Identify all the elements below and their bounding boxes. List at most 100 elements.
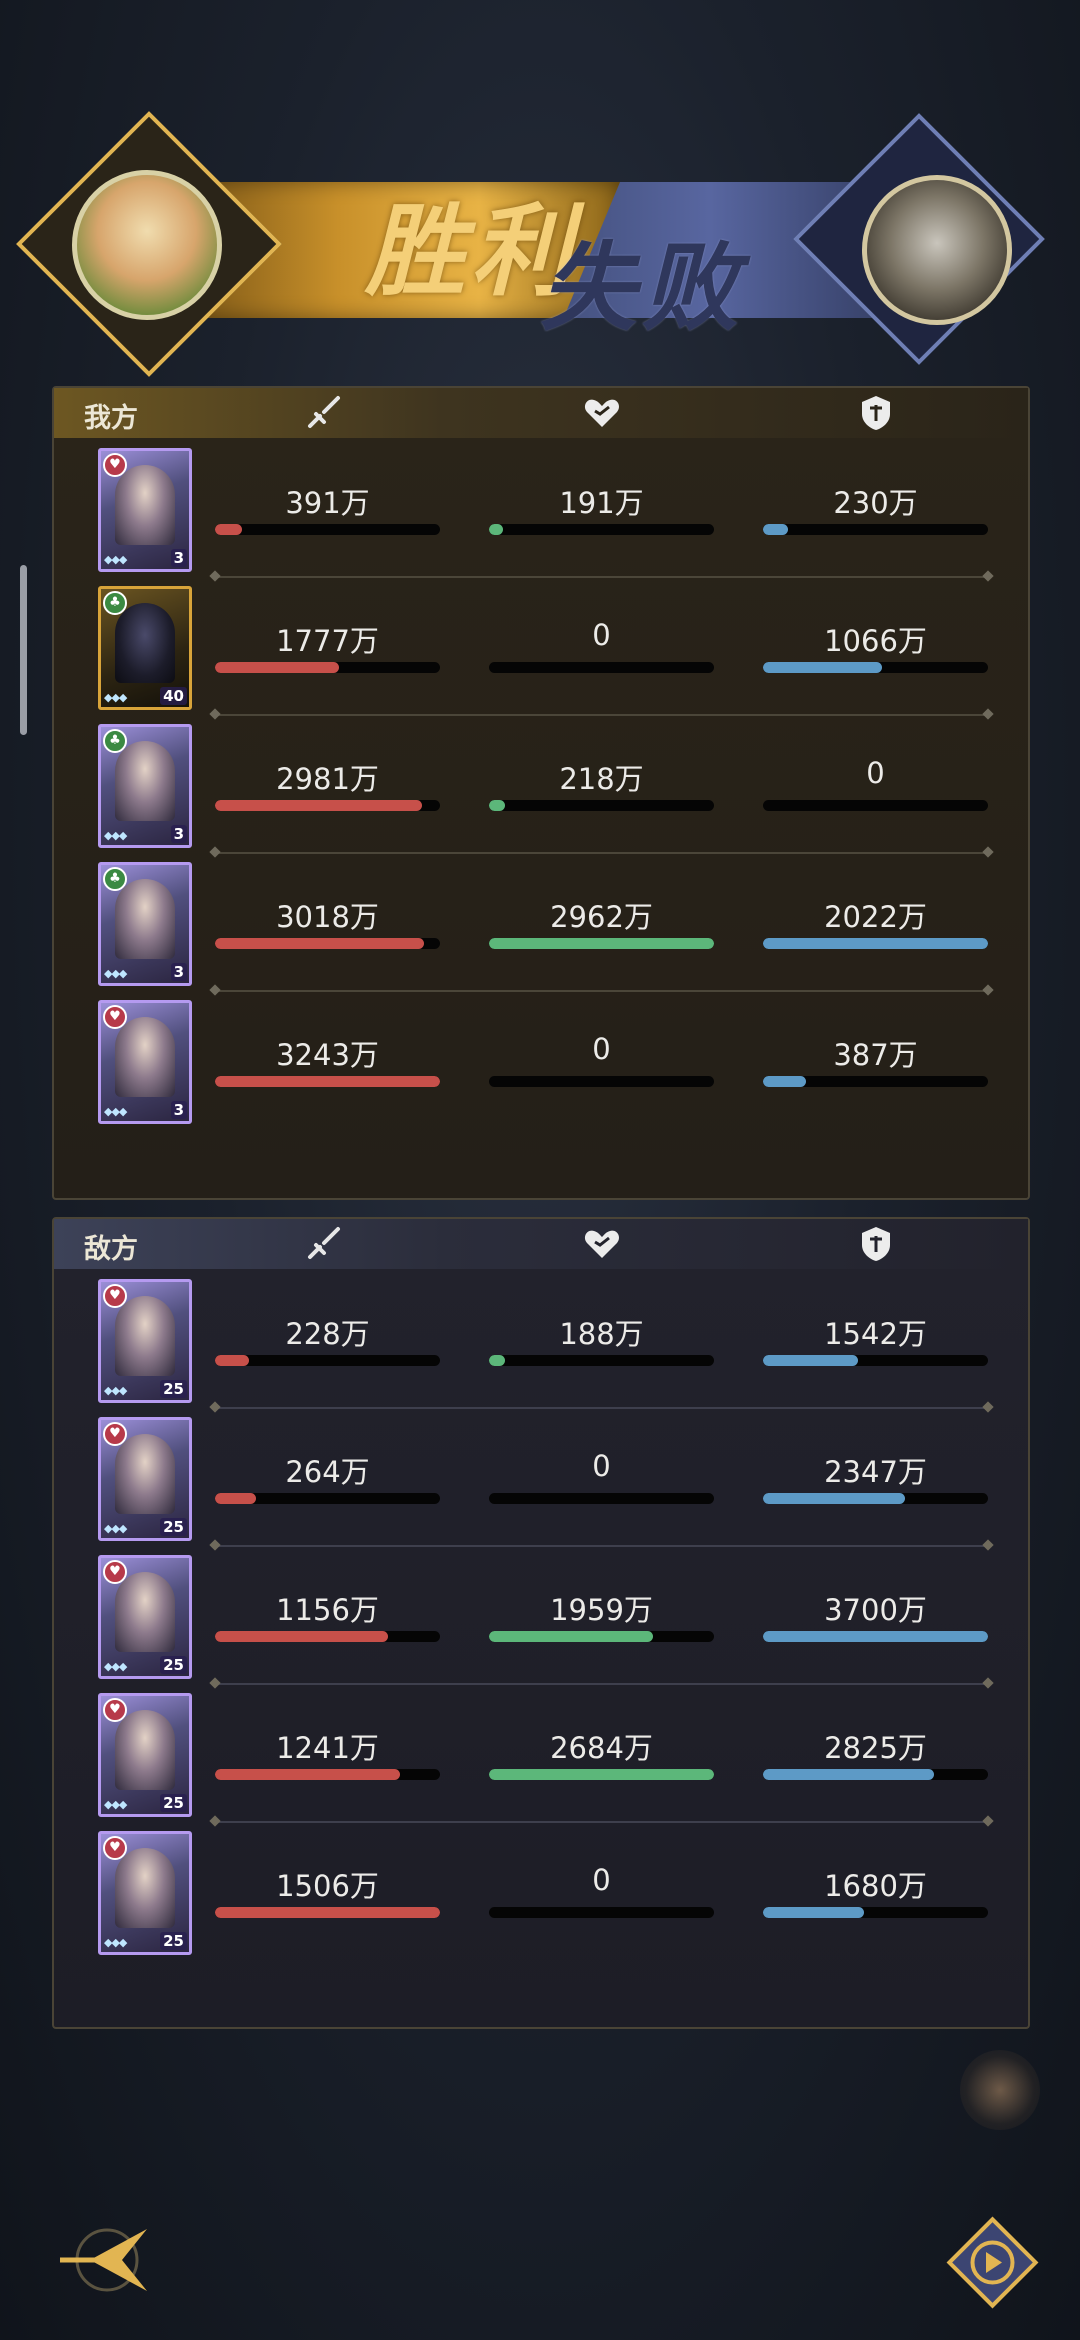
unit-level: 25 — [160, 1794, 187, 1812]
heal-bar — [489, 1493, 714, 1504]
defense-bar-fill — [763, 1769, 934, 1780]
unit-portrait — [115, 465, 175, 545]
defense-bar-fill — [763, 1493, 905, 1504]
ally-leader-avatar[interactable] — [72, 170, 222, 320]
defense-bar — [763, 1769, 988, 1780]
attack-bar-fill — [215, 1493, 256, 1504]
star-icons: ◆◆◆ — [104, 1936, 127, 1949]
heal-value: 0 — [592, 1449, 611, 1483]
unit-row: ♥ ◆◆◆ 3 391万 191万 230万 — [54, 440, 1028, 578]
ally-panel: 我方 ♥ ◆◆◆ 3 391万 191万 230万 ♣ ◆◆◆ 40 1777万 0 1066万 ♣ ◆◆… — [52, 386, 1030, 1200]
heal-value: 0 — [592, 1032, 611, 1066]
unit-row: ♥ ◆◆◆ 25 1241万 2684万 2825万 — [54, 1685, 1028, 1823]
defense-bar — [763, 800, 988, 811]
defense-bar — [763, 1355, 988, 1366]
attack-bar — [215, 800, 440, 811]
attack-value: 264万 — [285, 1455, 370, 1489]
attack-bar — [215, 1493, 440, 1504]
unit-card[interactable]: ♣ ◆◆◆ 3 — [98, 862, 192, 986]
defense-bar — [763, 1493, 988, 1504]
unit-level: 40 — [160, 687, 187, 705]
unit-card[interactable]: ♥ ◆◆◆ 25 — [98, 1831, 192, 1955]
replay-button[interactable] — [940, 2210, 1045, 2315]
heal-bar-fill — [489, 1631, 654, 1642]
unit-row: ♣ ◆◆◆ 3 2981万 218万 0 — [54, 716, 1028, 854]
unit-row: ♥ ◆◆◆ 3 3243万 0 387万 — [54, 992, 1028, 1124]
heart-badge-icon: ♥ — [103, 453, 127, 477]
ally-panel-title: 我方 — [84, 403, 138, 434]
attack-bar — [215, 938, 440, 949]
enemy-panel: 敌方 ♥ ◆◆◆ 25 228万 188万 1542万 ♥ ◆◆◆ 25 264万 0 2347万 ♥ ◆… — [52, 1217, 1030, 2029]
unit-portrait — [115, 741, 175, 821]
unit-level: 25 — [160, 1518, 187, 1536]
unit-card[interactable]: ♥ ◆◆◆ 3 — [98, 448, 192, 572]
star-icons: ◆◆◆ — [104, 691, 127, 704]
unit-card[interactable]: ♥ ◆◆◆ 25 — [98, 1693, 192, 1817]
result-banner: 胜利 失败 — [0, 111, 1080, 377]
heal-value: 188万 — [559, 1317, 644, 1351]
defense-bar — [763, 1631, 988, 1642]
defense-bar-fill — [763, 1355, 858, 1366]
unit-card[interactable]: ♥ ◆◆◆ 25 — [98, 1279, 192, 1403]
unit-card[interactable]: ♣ ◆◆◆ 3 — [98, 724, 192, 848]
star-icons: ◆◆◆ — [104, 553, 127, 566]
heal-bar — [489, 524, 714, 535]
shield-icon — [856, 1225, 896, 1263]
attack-bar — [215, 524, 440, 535]
unit-portrait — [115, 603, 175, 683]
shield-icon — [856, 394, 896, 432]
heal-bar — [489, 1076, 714, 1087]
attack-bar-fill — [215, 662, 339, 673]
unit-portrait — [115, 879, 175, 959]
unit-portrait — [115, 1572, 175, 1652]
attack-value: 1156万 — [276, 1593, 379, 1627]
unit-level: 3 — [170, 1101, 187, 1119]
attack-bar-fill — [215, 1076, 440, 1087]
defense-value: 1066万 — [824, 624, 927, 658]
unit-row: ♣ ◆◆◆ 40 1777万 0 1066万 — [54, 578, 1028, 716]
sword-icon — [304, 1225, 344, 1263]
attack-bar-fill — [215, 1769, 400, 1780]
attack-bar-fill — [215, 1355, 249, 1366]
enemy-panel-title: 敌方 — [84, 1234, 138, 1265]
heart-icon — [582, 1225, 622, 1263]
unit-card[interactable]: ♣ ◆◆◆ 40 — [98, 586, 192, 710]
defense-bar — [763, 524, 988, 535]
defense-value: 1680万 — [824, 1869, 927, 1903]
defense-bar-fill — [763, 1631, 988, 1642]
star-icons: ◆◆◆ — [104, 1660, 127, 1673]
enemy-leader-avatar[interactable] — [862, 175, 1012, 325]
unit-card[interactable]: ♥ ◆◆◆ 25 — [98, 1555, 192, 1679]
defense-value: 2825万 — [824, 1731, 927, 1765]
heal-value: 191万 — [559, 486, 644, 520]
heart-badge-icon: ♥ — [103, 1836, 127, 1860]
unit-portrait — [115, 1296, 175, 1376]
defense-bar-fill — [763, 1907, 865, 1918]
heart-badge-icon: ♥ — [103, 1005, 127, 1029]
unit-level: 25 — [160, 1656, 187, 1674]
attack-value: 1777万 — [276, 624, 379, 658]
heart-badge-icon: ♥ — [103, 1284, 127, 1308]
unit-card[interactable]: ♥ ◆◆◆ 25 — [98, 1417, 192, 1541]
back-button[interactable] — [52, 2215, 162, 2305]
scrollbar[interactable] — [20, 565, 27, 735]
attack-bar-fill — [215, 938, 425, 949]
unit-row: ♥ ◆◆◆ 25 1156万 1959万 3700万 — [54, 1547, 1028, 1685]
star-icons: ◆◆◆ — [104, 1798, 127, 1811]
defense-value: 2347万 — [824, 1455, 927, 1489]
star-icons: ◆◆◆ — [104, 1522, 127, 1535]
back-arrow-icon — [60, 2228, 147, 2292]
defense-value: 0 — [866, 756, 885, 790]
attack-value: 3243万 — [276, 1038, 379, 1072]
defense-bar — [763, 1076, 988, 1087]
attack-value: 228万 — [285, 1317, 370, 1351]
heal-bar — [489, 662, 714, 673]
heart-icon — [582, 394, 622, 432]
attack-bar — [215, 662, 440, 673]
star-icons: ◆◆◆ — [104, 829, 127, 842]
unit-card[interactable]: ♥ ◆◆◆ 3 — [98, 1000, 192, 1124]
heal-bar-fill — [489, 800, 505, 811]
unit-row: ♥ ◆◆◆ 25 1506万 0 1680万 — [54, 1823, 1028, 1955]
heal-bar-fill — [489, 1769, 714, 1780]
defense-bar-fill — [763, 662, 883, 673]
